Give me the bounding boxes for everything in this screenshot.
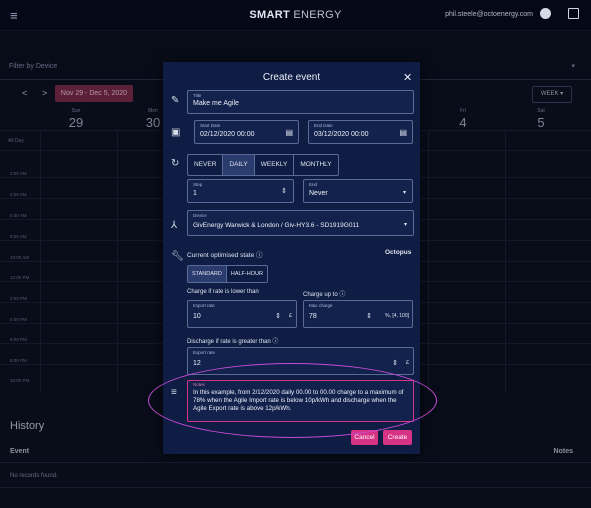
end-select[interactable]: End Never ▾ bbox=[303, 179, 413, 203]
wrench-icon: 🔧︎ bbox=[171, 251, 184, 262]
start-date-label: Start Date bbox=[200, 123, 221, 128]
repeat-daily-button[interactable]: DAILY bbox=[223, 155, 255, 175]
chevron-down-icon: ▾ bbox=[402, 190, 406, 196]
logout-icon[interactable] bbox=[568, 8, 579, 19]
stepper-icon[interactable]: ⇕ bbox=[281, 187, 287, 195]
calendar-picker-icon[interactable]: ▤ bbox=[285, 128, 293, 137]
provider-label: Octopus bbox=[385, 249, 412, 256]
end-date-value: 03/12/2020 00:00 bbox=[314, 131, 369, 138]
repeat-never-button[interactable]: NEVER bbox=[188, 155, 224, 175]
discharge-label: Discharge if rate is greater than ⓘ bbox=[187, 339, 279, 345]
step-field[interactable]: Step 1 ⇕ bbox=[187, 179, 294, 203]
end-label: End bbox=[309, 182, 318, 187]
highlight-annotation bbox=[148, 363, 437, 438]
calendar-icon: ▣ bbox=[171, 127, 181, 138]
dialog-title: Create event bbox=[262, 72, 321, 83]
step-value: 1 bbox=[193, 190, 197, 197]
end-value: Never bbox=[309, 190, 328, 197]
export-rate-label: Export rate bbox=[193, 350, 216, 355]
create-button[interactable]: Create bbox=[383, 430, 412, 445]
charge-if-label: Charge if rate is lower than bbox=[187, 289, 259, 295]
title-label: Title bbox=[193, 93, 202, 98]
optimised-state-label: Current optimised state ⓘ bbox=[187, 252, 263, 259]
device-value: GivEnergy Warwick & London / Giv-HY3.6 -… bbox=[193, 222, 360, 229]
chevron-down-icon: ▾ bbox=[403, 222, 407, 228]
title-field[interactable]: Title Make me Agile bbox=[187, 90, 414, 114]
close-icon[interactable]: ✕ bbox=[403, 71, 412, 84]
start-date-field[interactable]: Start Date 02/12/2020 00:00 ▤ bbox=[194, 120, 299, 144]
max-charge-label: Max charge bbox=[309, 303, 333, 308]
standard-button[interactable]: STANDARD bbox=[188, 266, 227, 282]
half-hour-button[interactable]: HALF-HOUR bbox=[227, 266, 267, 282]
stepper-icon[interactable]: ⇕ bbox=[366, 312, 372, 320]
stepper-icon[interactable]: ⇕ bbox=[275, 312, 281, 320]
charge-up-label: Charge up to ⓘ bbox=[303, 292, 346, 298]
repeat-monthly-button[interactable]: MONTHLY bbox=[294, 155, 337, 175]
repeat-icon: ↻ bbox=[171, 158, 180, 169]
device-select[interactable]: Device GivEnergy Warwick & London / Giv-… bbox=[187, 210, 414, 236]
top-bar: ≡ SMART ENERGY phil.steele@octoenergy.co… bbox=[0, 0, 591, 31]
account-icon[interactable] bbox=[540, 8, 551, 19]
device-label: Device bbox=[193, 213, 207, 218]
max-charge-unit: %, [4, 100] bbox=[385, 313, 409, 319]
stepper-icon[interactable]: ⇕ bbox=[392, 359, 398, 367]
device-icon: ⅄ bbox=[171, 220, 178, 231]
import-rate-unit: £ bbox=[288, 313, 292, 319]
start-date-value: 02/12/2020 00:00 bbox=[200, 131, 255, 138]
pencil-icon: ✎ bbox=[171, 95, 180, 106]
repeat-weekly-button[interactable]: WEEKLY bbox=[255, 155, 295, 175]
user-email: phil.steele@octoenergy.com bbox=[445, 11, 533, 18]
max-charge-field[interactable]: Max charge 78 ⇕ %, [4, 100] bbox=[303, 300, 413, 328]
title-value: Make me Agile bbox=[193, 100, 239, 107]
export-rate-value: 12 bbox=[193, 360, 201, 367]
rate-toggle-group: STANDARD HALF-HOUR bbox=[187, 265, 268, 283]
import-rate-field[interactable]: Import rate 10 ⇕ £ bbox=[187, 300, 297, 328]
end-date-field[interactable]: End Date 03/12/2020 00:00 ▤ bbox=[308, 120, 413, 144]
step-label: Step bbox=[193, 182, 203, 187]
calendar-picker-icon[interactable]: ▤ bbox=[399, 128, 407, 137]
import-rate-value: 10 bbox=[193, 313, 201, 320]
end-date-label: End Date bbox=[314, 123, 333, 128]
import-rate-label: Import rate bbox=[193, 303, 215, 308]
repeat-toggle-group: NEVER DAILY WEEKLY MONTHLY bbox=[187, 154, 339, 176]
export-rate-unit: £ bbox=[405, 360, 409, 366]
max-charge-value: 78 bbox=[309, 313, 317, 320]
